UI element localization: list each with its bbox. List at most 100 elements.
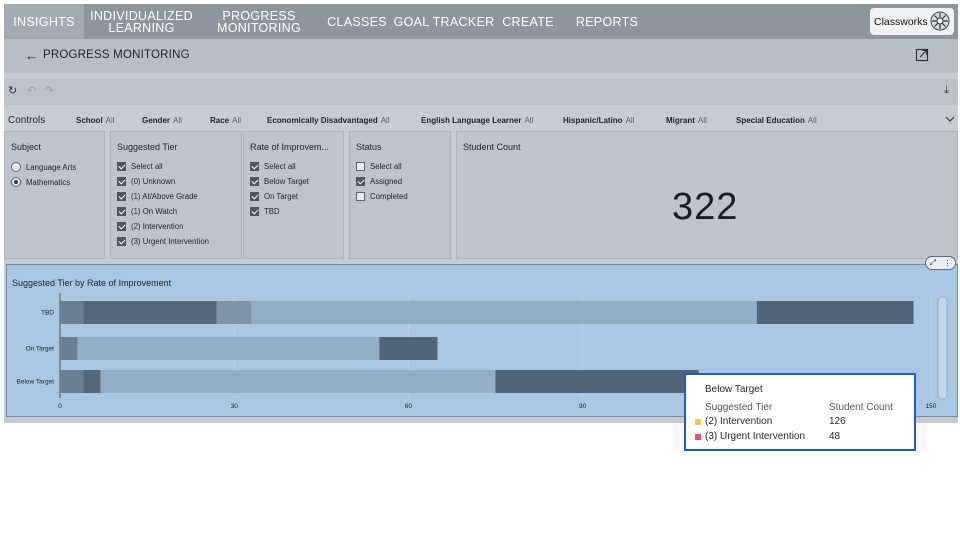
status-option[interactable]: Completed [356, 192, 408, 201]
nav-label: LEARNING [108, 20, 175, 35]
option-label: Select all [370, 162, 402, 171]
checkbox[interactable] [356, 192, 365, 201]
x-tick-label: 60 [405, 403, 413, 410]
nav-goal-tracker[interactable]: GOAL TRACKER [394, 4, 495, 39]
student-count-panel: Student Count 322 [456, 131, 958, 259]
undo-icon[interactable]: ↶ [27, 84, 36, 97]
filter-migrant[interactable]: Migrant All [666, 116, 707, 125]
roi-option[interactable]: Select all [250, 162, 296, 171]
roi-option[interactable]: Below Target [250, 177, 309, 186]
radio[interactable] [11, 162, 21, 172]
filter-value: All [697, 116, 707, 125]
checkbox[interactable] [356, 177, 365, 186]
nav-classes[interactable]: CLASSES [322, 4, 392, 39]
roi-option[interactable]: TBD [250, 207, 280, 216]
filter-race[interactable]: Race All [210, 116, 241, 125]
filter-value: All [173, 116, 182, 125]
nav-label: MONITORING [216, 20, 302, 35]
legend-swatch [695, 433, 701, 440]
tier-option[interactable]: (1) At/Above Grade [117, 192, 198, 201]
bar-segment [83, 301, 217, 324]
option-label: (2) Intervention [131, 222, 184, 231]
roi-option[interactable]: On Target [250, 192, 298, 201]
filter-value: All [625, 116, 635, 125]
checkbox[interactable] [117, 222, 126, 231]
brand-button[interactable]: Classworks [870, 8, 954, 35]
redo-icon[interactable]: ↷ [45, 84, 54, 97]
tooltip-column-header: Suggested Tier [705, 402, 773, 413]
refresh-icon[interactable]: ↻ [8, 84, 17, 97]
controls-title: Controls [8, 115, 46, 126]
y-category-label: On Target [26, 346, 55, 353]
suggested-tier-panel: Suggested Tier Select all (0) Unknown (1… [110, 131, 242, 259]
checkbox[interactable] [356, 162, 365, 171]
checkbox[interactable] [117, 192, 126, 201]
filter-special-education[interactable]: Special Education All [736, 116, 817, 125]
subject-panel: Subject Language Arts Mathematics [4, 131, 105, 259]
filter-gender[interactable]: Gender All [142, 116, 182, 125]
back-arrow-icon[interactable]: ← [25, 48, 38, 63]
checkbox[interactable] [250, 162, 259, 171]
y-category-label: TBD [41, 310, 54, 317]
status-option[interactable]: Select all [356, 162, 402, 171]
chevron-down-icon[interactable] [944, 113, 956, 125]
status-option[interactable]: Assigned [356, 177, 402, 186]
checkbox[interactable] [250, 207, 259, 216]
filter-name: Special Education [736, 116, 805, 125]
tier-option[interactable]: (3) Urgent Intervention [117, 237, 209, 246]
checkbox[interactable] [117, 237, 126, 246]
panel-title: Student Count [463, 142, 521, 152]
nav-insights[interactable]: INSIGHTS [4, 4, 84, 39]
x-tick-label: 0 [58, 403, 62, 410]
chart-tooltip: Below Target Suggested Tier Student Coun… [684, 373, 916, 451]
option-label: TBD [264, 207, 280, 216]
nav-individualized-learning[interactable]: INDIVIDUALIZED LEARNING [84, 4, 199, 39]
option-label: Below Target [264, 177, 309, 186]
app-window: INSIGHTS INDIVIDUALIZED LEARNING PROGRESS… [4, 4, 958, 423]
tier-option[interactable]: Select all [117, 162, 163, 171]
tier-option[interactable]: (1) On Watch [117, 207, 177, 216]
tier-option[interactable]: (2) Intervention [117, 222, 183, 231]
bar-segment [77, 337, 380, 360]
download-icon[interactable]: ⤓ [944, 84, 949, 97]
filter-name: School [76, 116, 103, 125]
nav-label: INDIVIDUALIZED [90, 8, 193, 23]
option-label: On Target [264, 192, 299, 201]
option-label: Assigned [370, 177, 403, 186]
bar-segment [756, 301, 914, 324]
subject-option-mathematics[interactable]: Mathematics [11, 177, 70, 187]
filter-value: All [807, 116, 817, 125]
filter-value: All [232, 116, 242, 125]
tooltip-label: (2) Intervention [705, 416, 773, 427]
nav-label: REPORTS [575, 14, 639, 29]
tooltip-row: (3) Urgent Intervention [695, 431, 805, 442]
checkbox[interactable] [250, 192, 259, 201]
checkbox[interactable] [117, 162, 126, 171]
subject-option-language-arts[interactable]: Language Arts [11, 162, 76, 172]
nav-create[interactable]: CREATE [499, 4, 557, 39]
bar-segment [100, 370, 496, 393]
filter-english-language-learner[interactable]: English Language Learner All [421, 116, 533, 125]
tooltip-title: Below Target [705, 384, 763, 395]
checkbox[interactable] [250, 177, 259, 186]
x-tick-label: 30 [231, 403, 239, 410]
panel-title: Suggested Tier [117, 142, 178, 152]
bar-segment [379, 337, 438, 360]
page-header: ← PROGRESS MONITORING [4, 39, 958, 73]
checkbox[interactable] [117, 207, 126, 216]
filter-hispanic-latino[interactable]: Hispanic/Latino All [563, 116, 634, 125]
external-link-icon[interactable] [915, 48, 929, 62]
checkbox[interactable] [117, 177, 126, 186]
filter-value: All [524, 116, 534, 125]
tier-option[interactable]: (0) Unknown [117, 177, 175, 186]
filter-school[interactable]: School All [76, 116, 115, 125]
nav-progress-monitoring[interactable]: PROGRESS MONITORING [209, 4, 309, 39]
option-label: (1) On Watch [131, 207, 178, 216]
filter-economically-disadvantaged[interactable]: Economically Disadvantaged All [267, 116, 390, 125]
radio[interactable] [11, 177, 21, 187]
nav-reports[interactable]: REPORTS [572, 4, 642, 39]
bar-segment [83, 370, 101, 393]
rate-of-improvement-panel: Rate of Improvem... Select all Below Tar… [243, 131, 344, 259]
tooltip-value: 48 [829, 431, 841, 442]
panel-title: Status [356, 142, 382, 152]
